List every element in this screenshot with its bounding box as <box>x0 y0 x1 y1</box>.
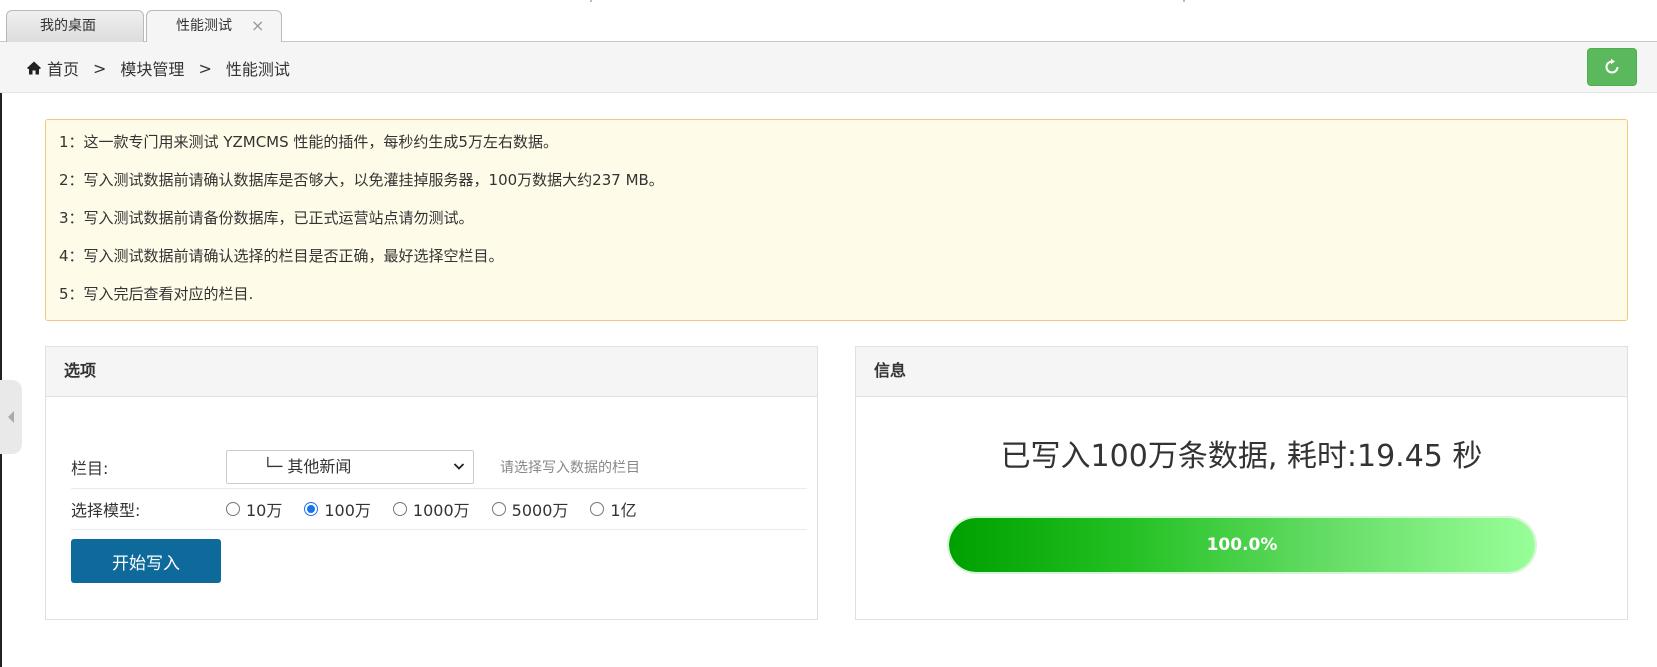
radio-button[interactable] <box>590 502 605 516</box>
sidebar-toggle[interactable] <box>0 380 22 454</box>
panel-title: 信息 <box>856 347 1627 397</box>
close-icon[interactable]: × <box>251 11 264 41</box>
radio-button[interactable] <box>392 502 407 516</box>
category-hint: 请选择写入数据的栏目 <box>500 460 640 476</box>
breadcrumb-item-module-management[interactable]: 模块管理 <box>120 56 184 80</box>
refresh-button[interactable] <box>1587 48 1637 86</box>
breadcrumb-home[interactable]: 首页 <box>47 56 79 80</box>
progress-label: 100.0% <box>1206 535 1278 555</box>
top-edge-mark <box>590 0 592 2</box>
model-option-10m[interactable]: 1000万 <box>392 497 470 521</box>
breadcrumb-bar: 首页 > 模块管理 > 性能测试 <box>0 42 1657 93</box>
model-option-label: 1亿 <box>610 501 637 520</box>
model-label: 选择模型: <box>71 501 141 520</box>
model-option-label: 100万 <box>324 501 371 520</box>
tab-label: 我的桌面 <box>40 18 96 34</box>
model-row: 选择模型: 10万 100万 1000万 5000万 1亿 <box>71 489 807 530</box>
model-option-label: 5000万 <box>511 501 569 520</box>
category-select[interactable]: └─ 其他新闻 <box>226 450 474 484</box>
radio-button[interactable] <box>491 502 506 516</box>
notice-line: 3：写入测试数据前请备份数据库，已正式运营站点请勿测试。 <box>59 209 474 227</box>
notice-line: 4：写入测试数据前请确认选择的栏目是否正确，最好选择空栏目。 <box>59 247 504 265</box>
notice-line: 2：写入测试数据前请确认数据库是否够大，以免灌挂掉服务器，100万数据大约237… <box>59 171 664 189</box>
info-panel: 信息 已写入100万条数据, 耗时:19.45 秒 100.0% <box>855 346 1628 620</box>
options-panel: 选项 栏目: └─ 其他新闻 请选择写入数据的栏目 选择模型: 10万 100万… <box>45 346 818 620</box>
tab-performance-test[interactable]: 性能测试 × <box>146 10 282 43</box>
result-message: 已写入100万条数据, 耗时:19.45 秒 <box>1000 439 1483 474</box>
panel-title: 选项 <box>46 347 817 397</box>
refresh-icon <box>1605 58 1619 74</box>
notice-box: 1：这一款专门用来测试 YZMCMS 性能的插件，每秒约生成5万左右数据。 2：… <box>45 119 1628 321</box>
progress-fill: 100.0% <box>949 518 1535 572</box>
model-option-label: 10万 <box>246 501 283 520</box>
breadcrumb: 首页 > 模块管理 > 性能测试 <box>26 56 290 80</box>
caret-left-icon <box>8 411 14 423</box>
tab-my-desktop[interactable]: 我的桌面 <box>6 10 144 42</box>
home-icon <box>27 61 41 75</box>
model-option-50m[interactable]: 5000万 <box>491 497 569 521</box>
model-option-100m[interactable]: 1亿 <box>590 497 637 521</box>
model-option-1m[interactable]: 100万 <box>304 497 371 521</box>
category-select-value: └─ 其他新闻 <box>263 457 352 476</box>
tab-label: 性能测试 <box>176 18 232 34</box>
chevron-down-icon <box>453 463 465 470</box>
window-left-edge <box>0 0 2 667</box>
notice-line: 5：写入完后查看对应的栏目. <box>59 285 254 303</box>
notice-line: 1：这一款专门用来测试 YZMCMS 性能的插件，每秒约生成5万左右数据。 <box>59 133 558 151</box>
radio-button[interactable] <box>226 502 240 516</box>
breadcrumb-separator: > <box>93 58 107 78</box>
tab-bar: 我的桌面 性能测试 × <box>0 0 1657 43</box>
model-option-100k[interactable]: 10万 <box>226 497 282 521</box>
progress-bar: 100.0% <box>947 516 1537 574</box>
category-label: 栏目: <box>71 459 109 478</box>
breadcrumb-item-current: 性能测试 <box>225 60 290 79</box>
breadcrumb-separator: > <box>198 58 212 78</box>
category-row: 栏目: └─ 其他新闻 请选择写入数据的栏目 <box>71 446 807 489</box>
model-option-label: 1000万 <box>412 501 470 520</box>
start-write-button[interactable]: 开始写入 <box>71 539 221 583</box>
radio-button-checked[interactable] <box>304 502 319 516</box>
top-edge-mark <box>1183 0 1185 2</box>
